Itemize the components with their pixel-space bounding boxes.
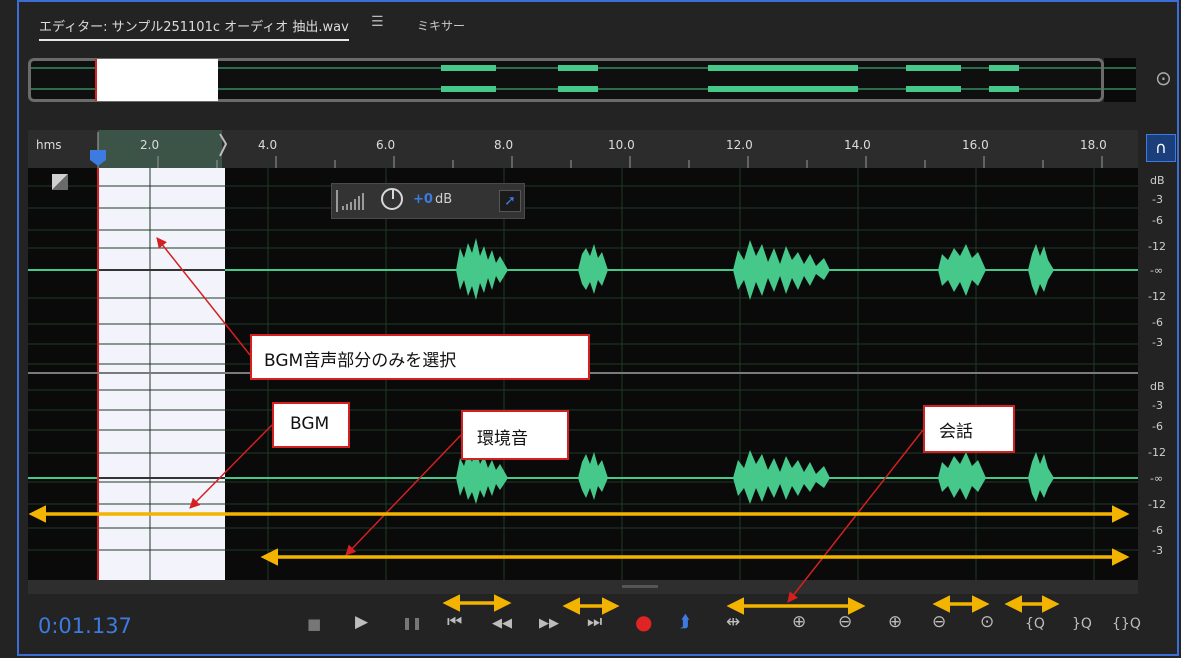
record-icon[interactable]: ● <box>635 610 652 634</box>
play-icon[interactable]: ▶ <box>355 612 368 632</box>
zoom-in-time-icon[interactable]: ⊕ <box>888 612 902 632</box>
stop-icon[interactable]: ■ <box>307 615 321 633</box>
zoom-selection-icon[interactable]: {}Q <box>1112 616 1141 632</box>
zoom-out-amplitude-icon[interactable]: ⊖ <box>838 612 852 632</box>
skip-to-start-icon[interactable]: ⏮ <box>447 612 462 632</box>
audio-editor-window: エディター: サンプル251101c オーディオ 抽出.wav ☰ ミキサー ⊙… <box>0 0 1181 658</box>
fast-forward-icon[interactable]: ▶▶ <box>539 616 559 631</box>
rewind-icon[interactable]: ◀◀ <box>492 616 512 631</box>
zoom-full-icon[interactable]: ⊙ <box>980 612 994 632</box>
current-time[interactable]: 0:01.137 <box>38 614 132 638</box>
zoom-in-amplitude-icon[interactable]: ⊕ <box>792 612 806 632</box>
annotation-arrows <box>28 237 1130 615</box>
pause-icon[interactable]: ❚❚ <box>402 616 422 630</box>
zoom-out-time-icon[interactable]: ⊖ <box>932 612 946 632</box>
zoom-in-left-icon[interactable]: {Q <box>1025 616 1045 632</box>
zoom-in-right-icon[interactable]: }Q <box>1072 616 1092 632</box>
skip-selection-icon[interactable]: ⇹ <box>726 612 740 632</box>
skip-to-end-icon[interactable]: ⏭ <box>587 612 602 632</box>
loop-playback-icon[interactable]: ⮭ <box>680 612 690 632</box>
